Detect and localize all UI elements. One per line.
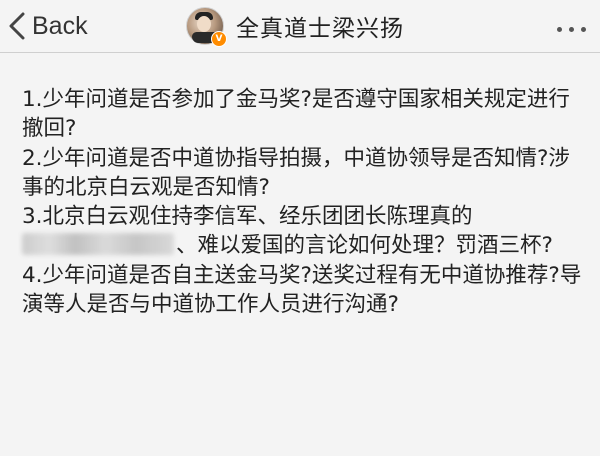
profile-header[interactable]: V 全真道士梁兴扬 xyxy=(186,0,404,52)
post-paragraph-3-start: 3.北京白云观住持李信军、经乐团团长陈理真的 xyxy=(22,204,473,230)
page-title: 全真道士梁兴扬 xyxy=(236,16,404,42)
chevron-left-icon xyxy=(8,12,26,40)
post-body: 1.少年问道是否参加了金马奖?是否遵守国家相关规定进行撤回? 2.少年问道是否中… xyxy=(22,85,588,319)
redacted-text xyxy=(22,233,174,256)
back-label: Back xyxy=(32,11,88,40)
back-button[interactable]: Back xyxy=(8,0,88,52)
post-paragraph-3-end: 、难以爱国的言论如何处理？罚酒三杯? xyxy=(176,233,553,259)
avatar[interactable]: V xyxy=(186,7,227,47)
verified-badge-icon: V xyxy=(211,31,227,47)
post-paragraph-1: 1.少年问道是否参加了金马奖?是否遵守国家相关规定进行撤回? xyxy=(22,87,570,142)
nav-bar: Back V 全真道士梁兴扬 xyxy=(0,0,600,53)
post-paragraph-2: 2.少年问道是否中道协指导拍摄，中道协领导是否知情?涉事的北京白云观是否知情? xyxy=(22,145,570,200)
post-paragraph-3: 3.北京白云观住持李信军、经乐团团长陈理真的、难以爱国的言论如何处理？罚酒三杯? xyxy=(22,202,588,261)
more-dots-icon xyxy=(550,17,586,36)
post-paragraph-4: 4.少年问道是否自主送金马奖?送奖过程有无中道协推荐?导演等人是否与中道协工作人… xyxy=(22,262,582,318)
more-button[interactable] xyxy=(550,0,586,52)
